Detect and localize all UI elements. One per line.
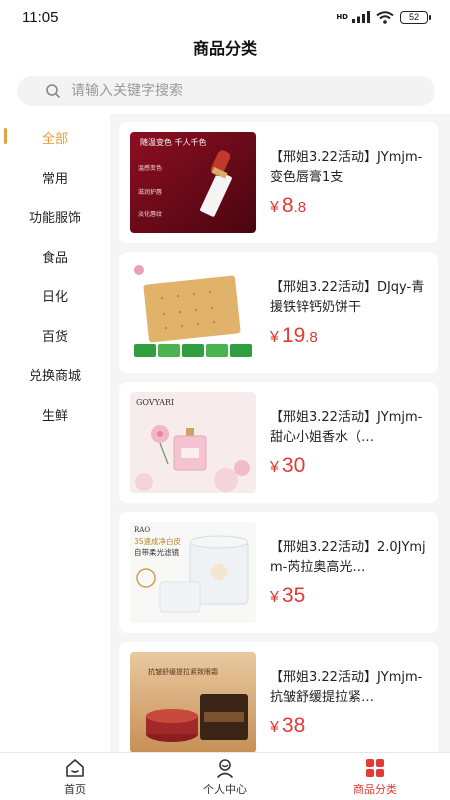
product-info: 【邢姐3.22活动】JYmjm-抗皱舒缓提拉紧… ¥38 (270, 668, 430, 738)
image-text: 滋润护唇 (138, 188, 162, 196)
product-name: 【邢姐3.22活动】JYmjm-甜心小姐香水（… (270, 409, 423, 445)
product-card[interactable]: RAO 3S速成净白皮 自带柔光滤镜 【邢姐3.22活动】2.0JYmjm-芮拉… (119, 512, 438, 633)
product-image: RAO 3S速成净白皮 自带柔光滤镜 (130, 522, 256, 623)
category-item-redeem-mall[interactable]: 兑换商城 (0, 355, 110, 395)
product-image: GOVYARI (130, 392, 256, 493)
price-currency: ¥ (270, 718, 279, 736)
product-list: 随温变色 千人千色 温感变色 滋润护唇 淡化唇纹 【邢姐3.22活动】JYmjm… (110, 114, 450, 752)
product-name: 【邢姐3.22活动】JYmjm-抗皱舒缓提拉紧… (270, 669, 423, 705)
category-label: 兑换商城 (28, 369, 81, 385)
image-text: 淡化唇纹 (138, 210, 162, 218)
price-currency: ¥ (270, 198, 279, 216)
product-name: 【邢姐3.22活动】DJqy-青援铁锌钙奶饼干 (270, 279, 425, 315)
product-price: ¥35 (270, 584, 430, 608)
product-card[interactable]: 随温变色 千人千色 温感变色 滋润护唇 淡化唇纹 【邢姐3.22活动】JYmjm… (119, 122, 438, 243)
product-image: 抗皱舒缓提拉紧致眼霜 (130, 652, 256, 752)
category-label: 常用 (41, 171, 68, 187)
tab-label: 商品分类 (353, 782, 397, 796)
image-text: 自带柔光滤镜 (134, 547, 179, 557)
search-icon (46, 84, 60, 98)
status-icons: HD 52 (336, 10, 431, 24)
category-item-general-goods[interactable]: 百货 (0, 316, 110, 356)
tab-profile[interactable]: 个人中心 (150, 753, 300, 800)
category-label: 功能服饰 (28, 211, 81, 227)
price-integer: 30 (281, 453, 306, 477)
user-icon (217, 758, 233, 778)
tab-label: 首页 (64, 782, 86, 796)
product-image: 随温变色 千人千色 温感变色 滋润护唇 淡化唇纹 (130, 132, 256, 233)
product-price: ¥19.8 (270, 324, 430, 348)
category-item-daily-chemicals[interactable]: 日化 (0, 276, 110, 316)
product-card[interactable]: 抗皱舒缓提拉紧致眼霜 【邢姐3.22活动】JYmjm-抗皱舒缓提拉紧… ¥38 (119, 642, 438, 752)
category-label: 全部 (41, 132, 68, 148)
status-time: 11:05 (22, 8, 59, 26)
price-integer: 38 (281, 713, 306, 737)
home-icon (66, 758, 84, 777)
image-text: GOVYARI (136, 398, 174, 407)
tab-categories[interactable]: 商品分类 (300, 753, 450, 800)
product-price: ¥38 (270, 714, 430, 738)
product-image (130, 262, 256, 363)
image-text: 温感变色 (138, 164, 162, 172)
image-text: 随温变色 千人千色 (140, 137, 207, 147)
bottom-tab-bar: 首页 个人中心 商品分类 (0, 752, 450, 800)
category-label: 百货 (41, 329, 68, 345)
price-decimal: .8 (305, 328, 318, 346)
price-integer: 19 (281, 323, 306, 347)
category-label: 日化 (41, 290, 68, 306)
signal-icon (352, 11, 370, 23)
category-label: 食品 (41, 250, 68, 266)
category-item-food[interactable]: 食品 (0, 237, 110, 277)
category-item-functional-apparel[interactable]: 功能服饰 (0, 197, 110, 237)
battery-icon: 52 (400, 10, 431, 24)
product-info: 【邢姐3.22活动】2.0JYmjm-芮拉奥高光… ¥35 (270, 538, 430, 608)
tab-home[interactable]: 首页 (0, 753, 150, 800)
image-text: RAO (134, 526, 150, 534)
image-text: 抗皱舒缓提拉紧致眼霜 (148, 667, 218, 676)
product-info: 【邢姐3.22活动】DJqy-青援铁锌钙奶饼干 ¥19.8 (270, 278, 430, 348)
price-currency: ¥ (270, 458, 279, 476)
category-item-common[interactable]: 常用 (0, 158, 110, 198)
wifi-icon (376, 10, 394, 24)
product-card[interactable]: GOVYARI 【邢姐3.22活动】JYmjm-甜心小姐香水（… ¥30 (119, 382, 438, 503)
product-name: 【邢姐3.22活动】2.0JYmjm-芮拉奥高光… (270, 539, 426, 575)
search-bar[interactable] (17, 76, 435, 106)
page-title: 商品分类 (192, 39, 257, 58)
category-icon (366, 758, 384, 777)
price-integer: 8 (281, 193, 294, 217)
product-name: 【邢姐3.22活动】JYmjm-变色唇膏1支 (270, 149, 423, 185)
category-sidebar: 全部 常用 功能服饰 食品 日化 百货 兑换商城 生鲜 (0, 118, 110, 752)
category-label: 生鲜 (41, 408, 68, 424)
search-input[interactable] (71, 83, 371, 99)
category-item-all[interactable]: 全部 (0, 118, 110, 158)
price-decimal: .8 (293, 198, 307, 216)
product-price: ¥30 (270, 454, 430, 478)
price-currency: ¥ (270, 328, 279, 346)
price-currency: ¥ (270, 588, 279, 606)
network-type-label: HD (336, 12, 348, 21)
image-text: 3S速成净白皮 (134, 536, 182, 546)
product-info: 【邢姐3.22活动】JYmjm-变色唇膏1支 ¥8.8 (270, 148, 430, 218)
tab-label: 个人中心 (203, 782, 247, 796)
product-info: 【邢姐3.22活动】JYmjm-甜心小姐香水（… ¥30 (270, 408, 430, 478)
status-bar: 11:05 HD 52 (0, 0, 450, 34)
product-price: ¥8.8 (270, 194, 430, 218)
category-item-fresh[interactable]: 生鲜 (0, 395, 110, 435)
price-integer: 35 (281, 583, 306, 607)
product-card[interactable]: 【邢姐3.22活动】DJqy-青援铁锌钙奶饼干 ¥19.8 (119, 252, 438, 373)
